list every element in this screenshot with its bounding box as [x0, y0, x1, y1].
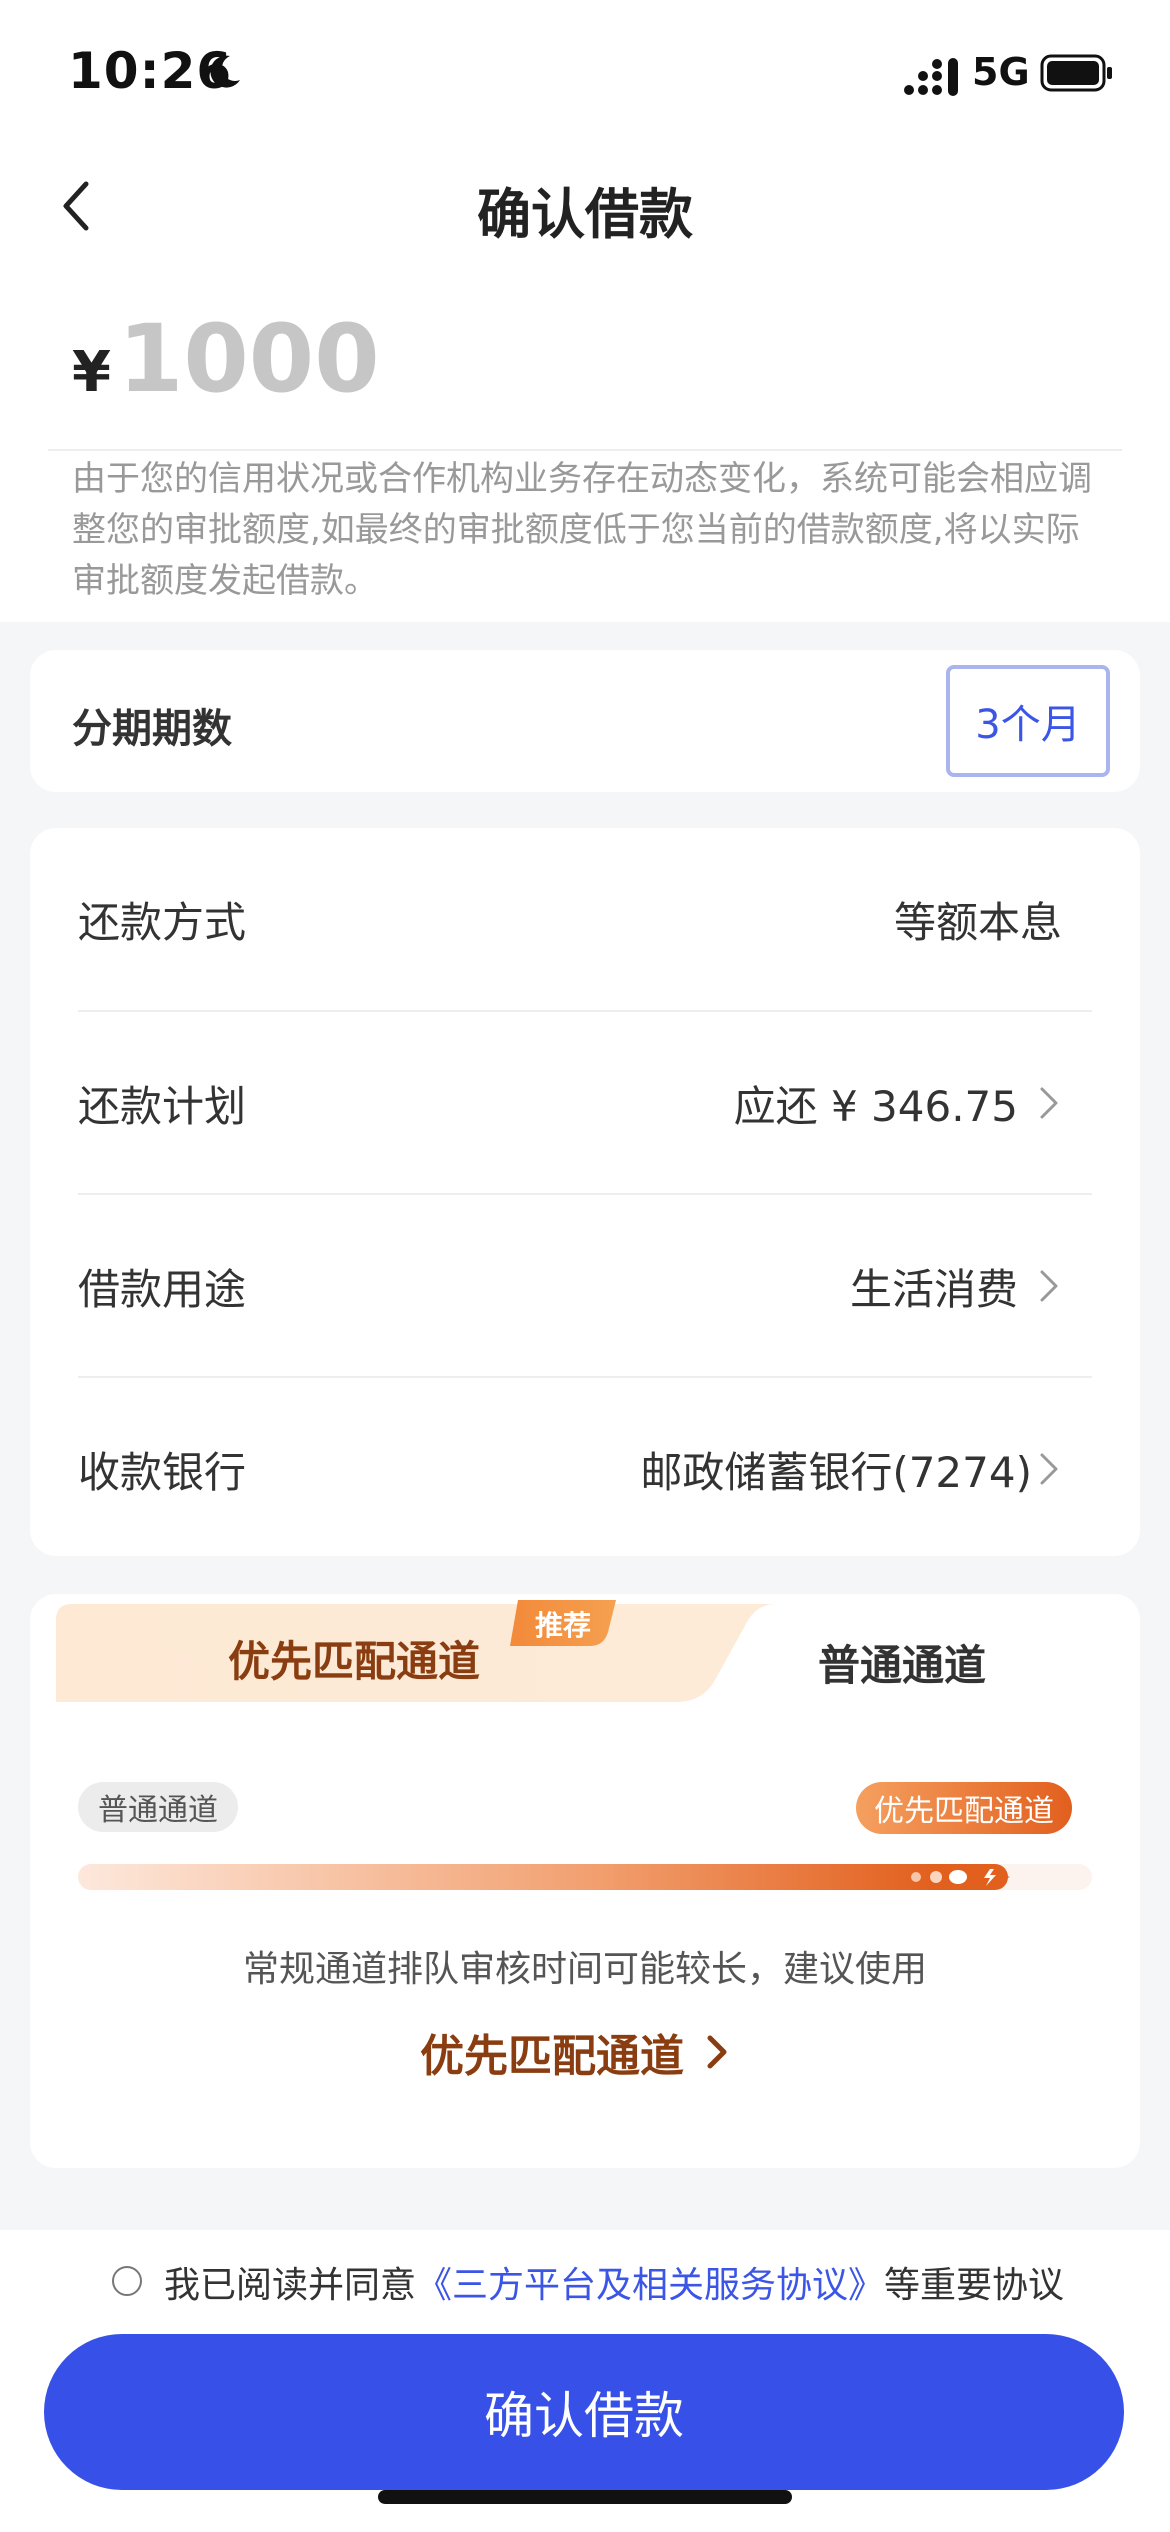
agreement-checkbox[interactable]: [112, 2266, 142, 2296]
speed-track-graphic: [78, 1864, 1092, 1890]
receiving-bank-value: 邮政储蓄银行(7274): [640, 1447, 1032, 1497]
row-label: 借款用途: [78, 1264, 247, 1314]
home-indicator[interactable]: [378, 2490, 792, 2504]
row-value: 应还 ¥ 346.75: [734, 1012, 1062, 1194]
tab-normal-channel[interactable]: 普通通道: [818, 1632, 986, 1693]
confirm-loan-button[interactable]: 确认借款: [44, 2334, 1124, 2490]
agreement-text: 我已阅读并同意《三方平台及相关服务协议》等重要协议: [164, 2256, 1064, 2308]
row-label: 收款银行: [78, 1447, 247, 1497]
chevron-right-icon: [707, 2035, 727, 2069]
repayment-plan-value: 应还 ¥ 346.75: [733, 1081, 1018, 1131]
row-label: 还款计划: [78, 1081, 247, 1131]
chevron-right-icon: [1040, 1087, 1058, 1119]
repayment-plan-row[interactable]: 还款计划 应还 ¥ 346.75: [48, 1012, 1062, 1194]
battery-icon: [1040, 54, 1112, 92]
repayment-method-row: 还款方式 等额本息: [48, 828, 1062, 1010]
loan-amount-input[interactable]: 1000: [118, 305, 380, 414]
row-value: 等额本息: [894, 828, 1062, 1010]
agreement-link[interactable]: 《三方平台及相关服务协议》: [416, 2265, 884, 2306]
row-value: 生活消费: [850, 1195, 1062, 1377]
term-label: 分期期数: [72, 706, 232, 752]
priority-channel-link[interactable]: 优先匹配通道: [420, 2020, 728, 2084]
page-title: 确认借款: [477, 183, 693, 246]
moon-icon: [210, 55, 240, 88]
agreement-prefix: 我已阅读并同意: [164, 2265, 417, 2306]
currency-symbol: ¥: [72, 340, 111, 405]
normal-channel-pill: 普通通道: [78, 1782, 238, 1832]
signal-icon: [904, 58, 958, 96]
tab-priority-channel[interactable]: 优先匹配通道: [228, 1628, 480, 1689]
recommend-badge: 推荐: [534, 1609, 591, 1642]
receiving-bank-row[interactable]: 收款银行 邮政储蓄银行(7274): [48, 1378, 1062, 1560]
priority-channel-pill: 优先匹配通道: [856, 1782, 1072, 1834]
network-label: 5G: [972, 50, 1030, 94]
term-option-button[interactable]: 3个月: [946, 665, 1110, 777]
amount-divider: [48, 449, 1122, 451]
repayment-method-value: 等额本息: [893, 897, 1062, 947]
priority-channel-link-label: 优先匹配通道: [420, 2031, 684, 2082]
loan-purpose-row[interactable]: 借款用途 生活消费: [48, 1195, 1062, 1377]
agreement-suffix: 等重要协议: [884, 2265, 1065, 2306]
credit-notice: 由于您的信用状况或合作机构业务存在动态变化，系统可能会相应调整您的审批额度,如最…: [72, 459, 1092, 601]
row-label: 还款方式: [78, 897, 247, 947]
loan-purpose-value: 生活消费: [849, 1264, 1018, 1314]
chevron-right-icon: [1040, 1270, 1058, 1302]
row-value: 邮政储蓄银行(7274): [640, 1378, 1062, 1560]
chevron-right-icon: [1040, 1453, 1058, 1485]
channel-hint: 常规通道排队审核时间可能较长，建议使用: [242, 1949, 927, 1990]
